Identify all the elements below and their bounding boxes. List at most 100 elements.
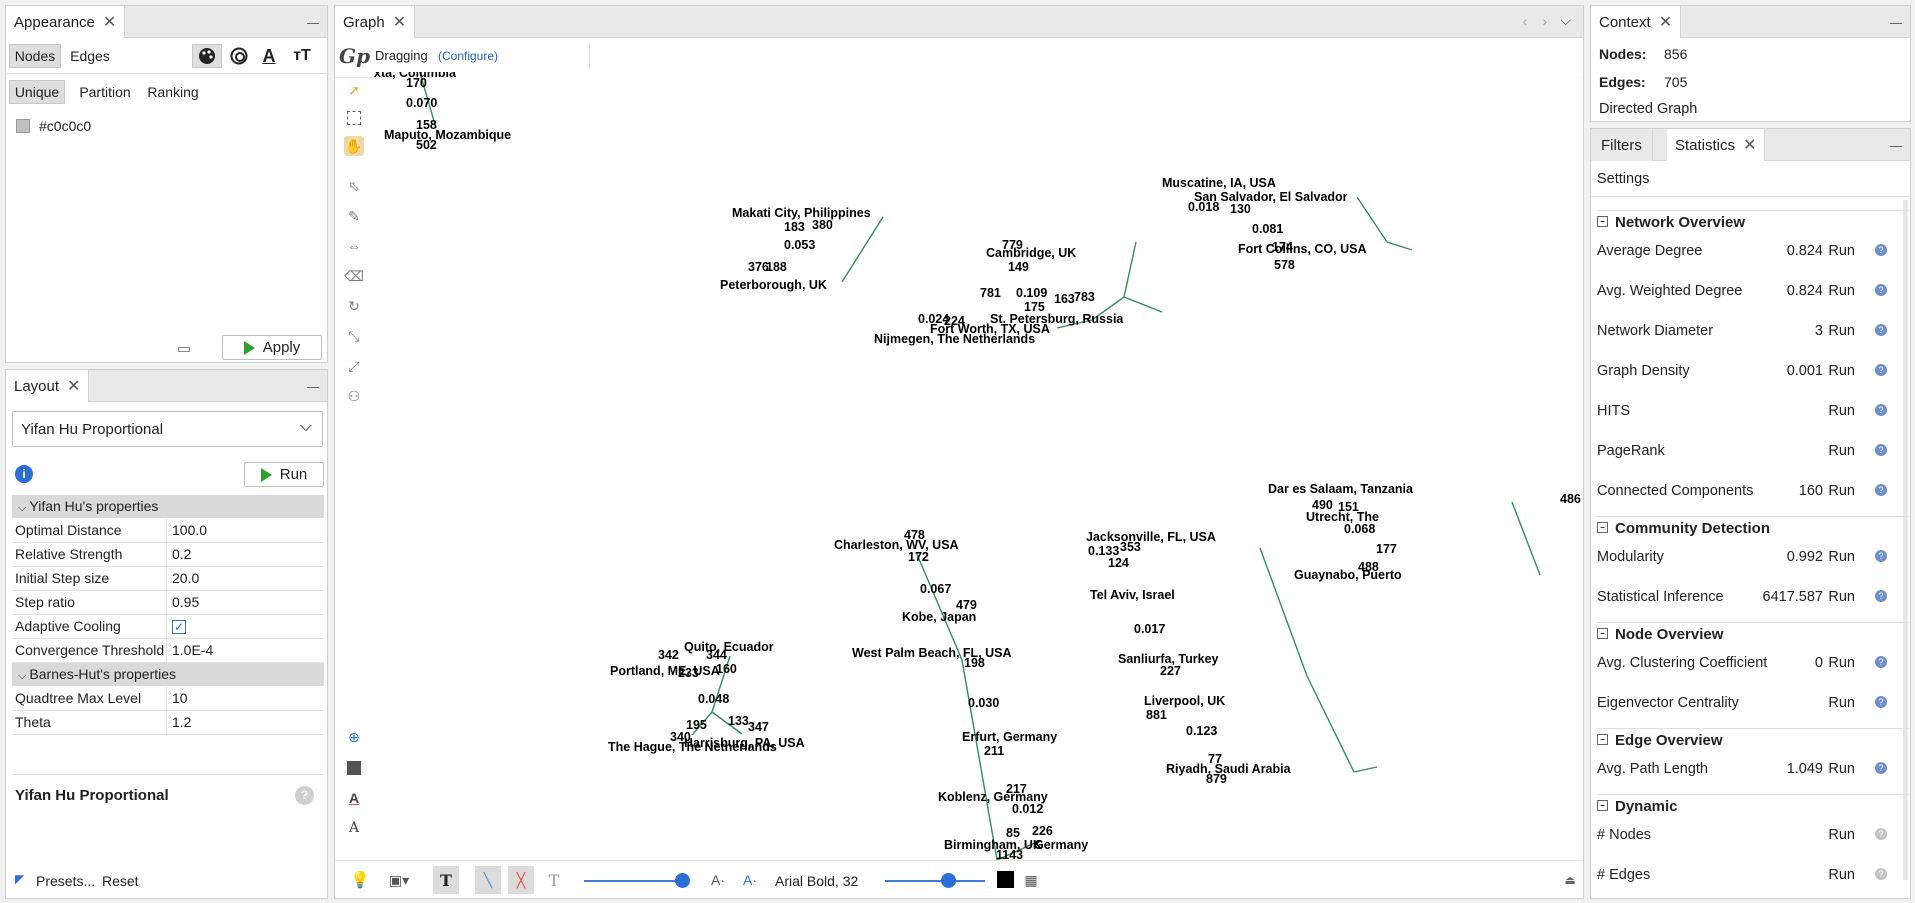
subtab-partition[interactable]: Partition <box>72 80 138 104</box>
help-icon[interactable]: ? <box>1875 868 1887 880</box>
run-button[interactable]: Run <box>1828 283 1855 299</box>
rotate-icon[interactable]: ↻ <box>344 296 364 316</box>
settings-link[interactable]: Settings <box>1597 171 1649 187</box>
graph-node-label[interactable]: 0.067 <box>920 582 951 596</box>
layout-algorithm-select[interactable]: Yifan Hu Proportional ⌵ <box>12 411 323 447</box>
graph-node-label[interactable]: 0.030 <box>968 696 999 710</box>
help-icon[interactable]: ? <box>1875 696 1887 708</box>
graph-node-label[interactable]: 172 <box>908 550 929 564</box>
run-button[interactable]: Run <box>1828 827 1855 843</box>
graph-node-label[interactable]: Makati City, Philippines <box>732 206 871 220</box>
property-row[interactable]: Theta 1.2 <box>12 711 324 735</box>
graph-node-label[interactable]: Fort Collins, CO, USA <box>1238 242 1366 256</box>
subtab-ranking[interactable]: Ranking <box>143 80 203 104</box>
graph-node-label[interactable]: 130 <box>1230 202 1251 216</box>
graph-node-label[interactable]: Erfurt, Germany <box>962 730 1057 744</box>
run-button[interactable]: Run <box>1828 761 1855 777</box>
label-size-slider[interactable] <box>885 880 985 882</box>
chevron-down-icon[interactable]: ⌵ <box>1560 12 1571 29</box>
size-mode-button[interactable] <box>226 44 252 68</box>
graph-node-label[interactable]: 211 <box>984 744 1004 758</box>
tab-layout[interactable]: Layout ✕ <box>6 370 90 402</box>
graph-node-label[interactable]: 879 <box>1206 772 1227 786</box>
property-row[interactable]: Initial Step size 20.0 <box>12 567 324 591</box>
graph-node-label[interactable]: 0.048 <box>698 692 729 706</box>
font-size-decrease-icon[interactable]: A· <box>707 866 729 894</box>
yifanhu-properties-group[interactable]: ⌵ Yifan Hu's properties <box>12 495 324 518</box>
property-row[interactable]: Optimal Distance 100.0 <box>12 519 324 543</box>
reset-button[interactable]: Reset <box>102 873 139 889</box>
font-size-increase-icon[interactable]: A· <box>739 866 761 894</box>
color-mode-button[interactable] <box>192 44 222 68</box>
graph-node-label[interactable]: Peterborough, UK <box>720 278 827 292</box>
run-button[interactable]: Run <box>1828 483 1855 499</box>
graph-node-label[interactable]: Birmingham, UK <box>944 838 1042 852</box>
minimize-icon[interactable] <box>307 380 319 388</box>
edge-scale-slider-thumb[interactable] <box>675 873 690 888</box>
label-color-swatch[interactable] <box>997 871 1014 888</box>
collapse-icon[interactable]: − <box>1597 522 1608 533</box>
graph-node-label[interactable]: Germany <box>1034 838 1088 852</box>
collapse-icon[interactable]: − <box>1597 216 1608 227</box>
graph-node-label[interactable]: The Hague, The Netherlands <box>608 740 777 754</box>
graph-node-label[interactable]: 0.109 <box>1016 286 1047 300</box>
collapse-icon[interactable]: − <box>1597 800 1608 811</box>
drag-tool-icon[interactable]: ✋ <box>344 136 364 156</box>
graph-node-label[interactable]: Liverpool, UK <box>1144 694 1225 708</box>
close-icon[interactable]: ✕ <box>103 12 116 32</box>
close-icon[interactable]: ✕ <box>1743 135 1756 155</box>
tab-graph[interactable]: Graph ✕ <box>335 6 416 38</box>
minimize-icon[interactable] <box>1890 139 1902 147</box>
property-row[interactable]: Convergence Threshold 1.0E-4 <box>12 639 324 663</box>
run-layout-button[interactable]: Run <box>244 462 324 487</box>
apply-button[interactable]: Apply <box>222 335 322 360</box>
edge-labels-toggle[interactable]: T <box>541 866 567 894</box>
graph-node-label[interactable]: Charleston, WV, USA <box>834 538 959 552</box>
close-icon[interactable]: ✕ <box>1659 12 1672 32</box>
help-icon[interactable]: ? <box>1875 444 1887 456</box>
graph-node-label[interactable]: West Palm Beach, FL, USA <box>852 646 1012 660</box>
sizer-icon[interactable]: ⇔ <box>344 236 364 256</box>
run-button[interactable]: Run <box>1828 549 1855 565</box>
background-color-icon[interactable] <box>344 758 364 778</box>
edge-color-toggle[interactable]: ╳ <box>508 866 534 894</box>
help-icon[interactable]: ? <box>1875 828 1887 840</box>
help-icon[interactable]: ? <box>295 786 314 805</box>
graph-node-label[interactable]: 0.017 <box>1134 622 1165 636</box>
graph-node-label[interactable]: Cambridge, UK <box>986 246 1076 260</box>
graph-node-label[interactable]: 342 <box>658 648 679 662</box>
graph-node-label[interactable]: 783 <box>1074 290 1095 304</box>
tab-filters[interactable]: Filters <box>1591 129 1653 161</box>
graph-node-label[interactable]: 380 <box>812 218 833 232</box>
color-swatch[interactable] <box>16 119 30 133</box>
graph-node-label[interactable]: 578 <box>1274 258 1295 272</box>
run-button[interactable]: Run <box>1828 695 1855 711</box>
run-button[interactable]: Run <box>1828 323 1855 339</box>
property-value[interactable]: 20.0 <box>167 567 204 590</box>
label-color-button[interactable]: A <box>256 44 282 68</box>
label-color-icon[interactable]: A <box>344 788 364 808</box>
graph-node-label[interactable]: 0.123 <box>1186 724 1217 738</box>
graph-node-label[interactable]: 0.068 <box>1344 522 1375 536</box>
property-value[interactable]: 1.0E-4 <box>167 639 218 662</box>
graph-node-label[interactable]: 170 <box>406 76 427 90</box>
stats-section-header[interactable]: − Dynamic <box>1597 794 1909 818</box>
help-icon[interactable]: ? <box>1875 484 1887 496</box>
shortest-path-icon[interactable]: ⚇ <box>344 386 364 406</box>
graph-node-label[interactable]: 198 <box>964 656 985 670</box>
graph-node-label[interactable]: Nijmegen, The Netherlands <box>874 332 1035 346</box>
close-icon[interactable]: ✕ <box>67 376 80 396</box>
property-value[interactable]: 0.95 <box>167 591 204 614</box>
barneshut-properties-group[interactable]: ⌵ Barnes-Hut's properties <box>12 663 324 686</box>
eraser-icon[interactable]: ⌫ <box>344 266 364 286</box>
label-size-slider-thumb[interactable] <box>941 873 956 888</box>
help-icon[interactable]: ? <box>1875 244 1887 256</box>
close-icon[interactable]: ✕ <box>393 12 406 32</box>
edge-pencil-icon[interactable]: ⤡ <box>344 326 364 346</box>
graph-node-label[interactable]: 149 <box>1008 260 1029 274</box>
graph-node-label[interactable]: 347 <box>748 720 769 734</box>
lightbulb-icon[interactable]: 💡 <box>350 866 370 894</box>
graph-node-label[interactable]: 781 <box>980 286 1001 300</box>
run-button[interactable]: Run <box>1828 443 1855 459</box>
property-row[interactable]: Step ratio 0.95 <box>12 591 324 615</box>
